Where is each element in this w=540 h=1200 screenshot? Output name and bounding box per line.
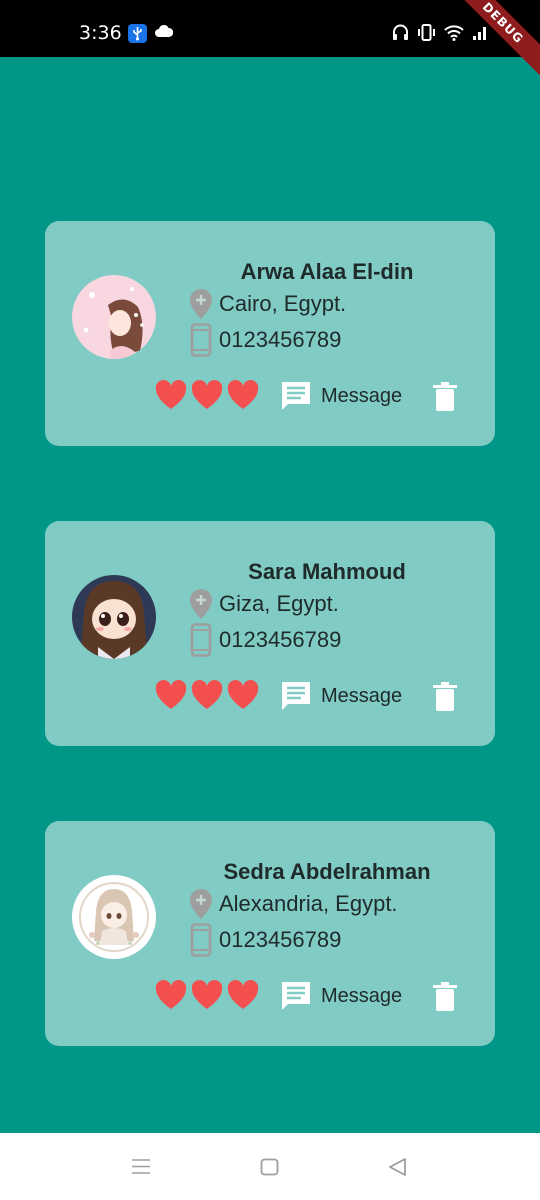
avatar [72,575,156,659]
message-label: Message [321,684,403,707]
avatar [72,875,156,959]
phone-icon [188,923,214,957]
message-button[interactable]: Message [279,379,402,413]
heart-icon[interactable] [191,380,225,412]
contact-card: Sedra Abdelrahman Alexandria, Egypt. 01234… [45,821,495,1046]
wifi-icon [444,24,464,41]
contact-location: Cairo, Egypt. [219,291,347,316]
location-row: Cairo, Egypt. [188,287,346,321]
avatar [72,275,156,359]
message-label: Message [321,984,403,1007]
phone-icon [188,323,214,357]
delete-icon[interactable] [433,682,461,712]
phone-row: 0123456789 [188,923,341,957]
status-icons [392,24,488,41]
contact-name: Arwa Alaa El-din [240,259,414,284]
contact-phone: 0123456789 [219,927,342,952]
signal-icon [473,26,486,40]
debug-banner: DEBUG [442,0,540,84]
contact-location: Alexandria, Egypt. [219,891,398,916]
contact-name: Sara Mahmoud [248,559,406,584]
location-row: Giza, Egypt. [188,587,339,621]
card-actions: Message [155,979,402,1013]
location-pin-icon [188,887,214,921]
heart-icon[interactable] [155,680,189,712]
heart-icon[interactable] [227,980,261,1012]
contact-name: Sedra Abdelrahman [223,859,431,884]
contact-phone: 0123456789 [219,327,342,352]
heart-icon[interactable] [227,380,261,412]
contact-card: Sara Mahmoud Giza, Egypt. 0123456789 Messag… [45,521,495,746]
delete-icon[interactable] [433,982,461,1012]
headset-icon [393,24,408,40]
phone-icon [188,623,214,657]
contact-card: Arwa Alaa El-din Cairo, Egypt. 0123456789 M… [45,221,495,446]
status-bar: 3:36 DEBUG [0,0,540,84]
home-icon[interactable] [260,1158,279,1181]
location-pin-icon [188,287,214,321]
vibrate-icon [418,24,435,41]
contact-phone: 0123456789 [219,627,342,652]
message-icon [279,679,313,713]
message-button[interactable]: Message [279,679,402,713]
back-icon[interactable] [388,1157,408,1182]
heart-icon[interactable] [191,680,225,712]
heart-icon[interactable] [191,980,225,1012]
card-actions: Message [155,379,402,413]
heart-icon[interactable] [227,680,261,712]
phone-row: 0123456789 [188,323,341,357]
message-icon [279,379,313,413]
location-pin-icon [188,587,214,621]
cloud-icon [155,24,174,43]
contact-location: Giza, Egypt. [219,591,339,616]
status-time: 3:36 [79,22,122,44]
location-row: Alexandria, Egypt. [188,887,398,921]
heart-icon[interactable] [155,380,189,412]
message-icon [279,979,313,1013]
message-button[interactable]: Message [279,979,402,1013]
navigation-bar [0,1133,540,1200]
heart-icon[interactable] [155,980,189,1012]
delete-icon[interactable] [433,382,461,412]
card-actions: Message [155,679,402,713]
phone-row: 0123456789 [188,623,341,657]
message-label: Message [321,384,403,407]
usb-debug-icon [128,24,147,43]
menu-icon[interactable] [131,1158,151,1180]
